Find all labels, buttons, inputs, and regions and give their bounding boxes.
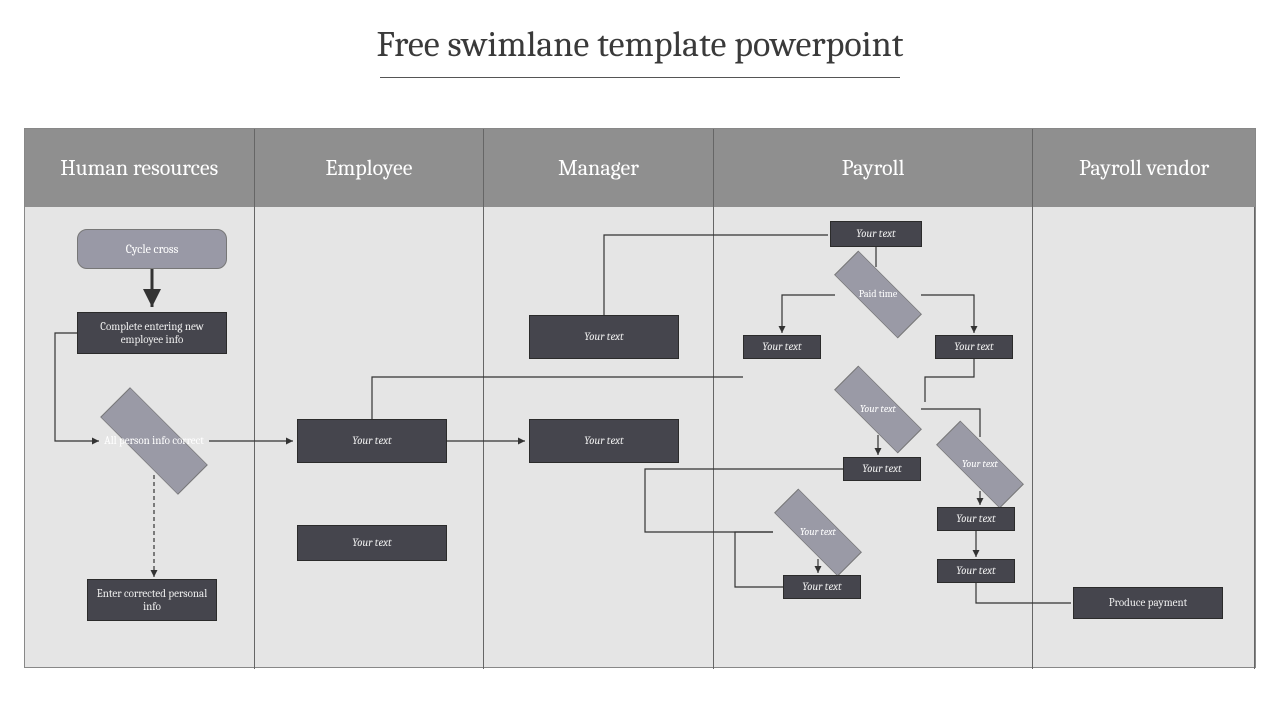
lane-header-manager: Manager: [484, 129, 714, 207]
lane-header-hr: Human resources: [25, 129, 255, 207]
title-underline: [380, 77, 900, 78]
pay-top-box: Your text: [830, 221, 922, 247]
page-title: Free swimlane template powerpoint: [0, 0, 1280, 65]
pay-decision-2: Your text: [833, 382, 923, 437]
vend-produce-payment: Produce payment: [1073, 587, 1223, 619]
mgr-box-2: Your text: [529, 419, 679, 463]
mgr-box-1: Your text: [529, 315, 679, 359]
pay-mid-box: Your text: [843, 457, 921, 481]
lane-header-payroll: Payroll: [714, 129, 1033, 207]
swimlane-container: Human resources Employee Manager Payroll…: [24, 128, 1256, 668]
hr-enter-corrected: Enter corrected personal info: [87, 579, 217, 621]
pay-left-1: Your text: [743, 335, 821, 359]
hr-decision-all-correct: All person info correct: [99, 407, 209, 475]
lane-header-payroll-vendor: Payroll vendor: [1033, 129, 1255, 207]
pay-right-1: Your text: [935, 335, 1013, 359]
emp-box-2: Your text: [297, 525, 447, 561]
pay-box-3: Your text: [937, 507, 1015, 531]
pay-decision-4: Your text: [773, 505, 863, 560]
emp-box-1: Your text: [297, 419, 447, 463]
pay-box-4: Your text: [783, 575, 861, 599]
pay-decision-3: Your text: [935, 437, 1025, 492]
hr-complete-info: Complete entering new employee info: [77, 312, 227, 354]
lane-header-employee: Employee: [255, 129, 485, 207]
start-cycle-cross: Cycle cross: [77, 229, 227, 269]
pay-decision-paid-time: Paid time: [833, 267, 923, 322]
lane-headers: Human resources Employee Manager Payroll…: [25, 129, 1255, 207]
pay-box-5: Your text: [937, 559, 1015, 583]
lane-body-row: Cycle cross Complete entering new employ…: [25, 207, 1255, 669]
